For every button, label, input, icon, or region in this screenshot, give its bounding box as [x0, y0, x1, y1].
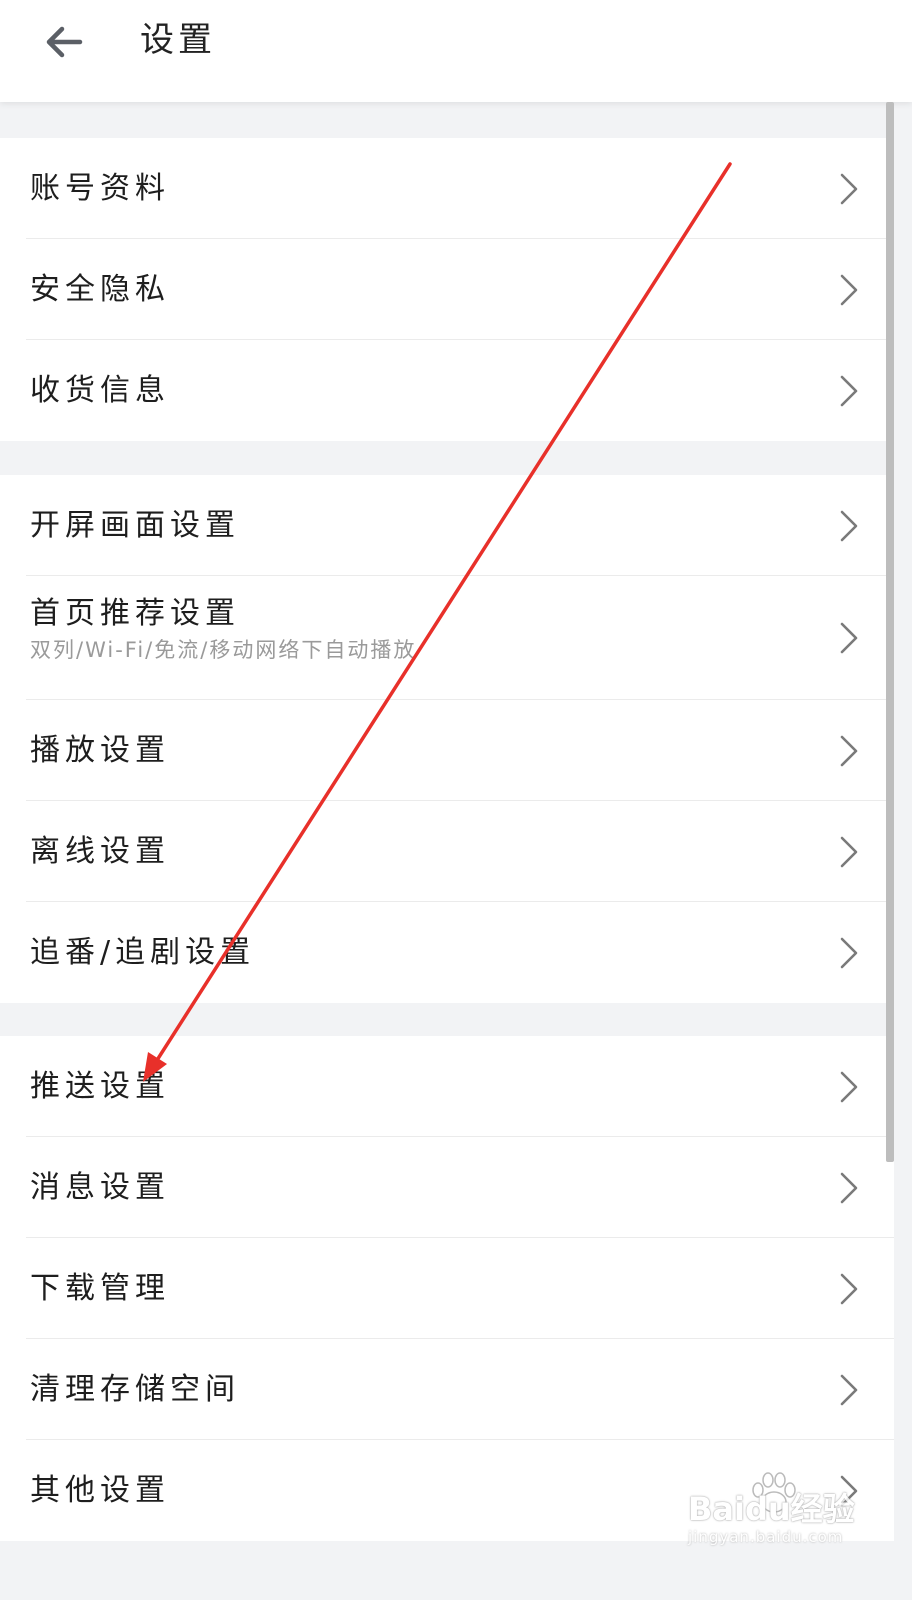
watermark-brand: Baidu经验: [688, 1490, 855, 1528]
settings-item-label: 账号资料: [30, 170, 170, 206]
chevron-right-icon: [840, 510, 858, 541]
chevron-right-icon: [840, 1172, 858, 1203]
settings-item-playback[interactable]: 播放设置: [0, 700, 894, 801]
settings-item-label: 离线设置: [30, 833, 170, 869]
settings-item-splash-screen[interactable]: 开屏画面设置: [0, 475, 894, 576]
settings-item-shipping-info[interactable]: 收货信息: [0, 340, 894, 441]
settings-item-label: 下载管理: [30, 1270, 170, 1306]
settings-group-notifications: 推送设置 消息设置 下载管理 清理存储空间 其他设置: [0, 1036, 894, 1541]
settings-item-label: 追番/追剧设置: [30, 934, 256, 970]
chevron-right-icon: [840, 1273, 858, 1304]
chevron-right-icon: [840, 1071, 858, 1102]
chevron-right-icon: [840, 937, 858, 968]
settings-item-downloads[interactable]: 下载管理: [0, 1238, 894, 1339]
top-app-bar: 设置: [0, 0, 912, 102]
settings-item-label: 其他设置: [30, 1472, 170, 1508]
chevron-right-icon: [840, 735, 858, 766]
page-title: 设置: [140, 20, 216, 60]
settings-item-clear-storage[interactable]: 清理存储空间: [0, 1339, 894, 1440]
chevron-right-icon: [840, 622, 858, 654]
chevron-right-icon: [840, 836, 858, 867]
chevron-right-icon: [840, 274, 858, 305]
settings-item-home-recommend[interactable]: 首页推荐设置 双列/Wi-Fi/免流/移动网络下自动播放: [0, 576, 894, 700]
settings-item-subtitle: 双列/Wi-Fi/免流/移动网络下自动播放: [30, 638, 417, 662]
settings-item-account-profile[interactable]: 账号资料: [0, 138, 894, 239]
scrollbar-thumb[interactable]: [886, 102, 894, 1162]
settings-item-label: 消息设置: [30, 1169, 170, 1205]
settings-item-security-privacy[interactable]: 安全隐私: [0, 239, 894, 340]
chevron-right-icon: [840, 1374, 858, 1405]
settings-group-account: 账号资料 安全隐私 收货信息: [0, 138, 894, 441]
baidu-watermark: Baidu经验 jingyan.baidu.com: [688, 1472, 898, 1558]
chevron-right-icon: [840, 375, 858, 406]
settings-item-label: 收货信息: [30, 372, 170, 408]
settings-group-playback: 开屏画面设置 首页推荐设置 双列/Wi-Fi/免流/移动网络下自动播放 播放设置…: [0, 475, 894, 1003]
settings-item-label: 清理存储空间: [30, 1371, 240, 1407]
settings-item-label: 推送设置: [30, 1068, 170, 1104]
watermark-url: jingyan.baidu.com: [688, 1528, 844, 1546]
settings-item-offline[interactable]: 离线设置: [0, 801, 894, 902]
arrow-left-icon: [46, 26, 83, 58]
back-button[interactable]: [36, 14, 92, 70]
settings-item-text: 首页推荐设置 双列/Wi-Fi/免流/移动网络下自动播放: [30, 594, 416, 664]
settings-item-label: 开屏画面设置: [30, 507, 240, 543]
settings-item-messages[interactable]: 消息设置: [0, 1137, 894, 1238]
chevron-right-icon: [840, 173, 858, 204]
settings-item-label: 播放设置: [30, 732, 170, 768]
settings-item-label: 安全隐私: [30, 271, 170, 307]
settings-item-push[interactable]: 推送设置: [0, 1036, 894, 1137]
settings-item-label: 首页推荐设置: [30, 596, 240, 631]
settings-item-follow-series[interactable]: 追番/追剧设置: [0, 902, 894, 1003]
